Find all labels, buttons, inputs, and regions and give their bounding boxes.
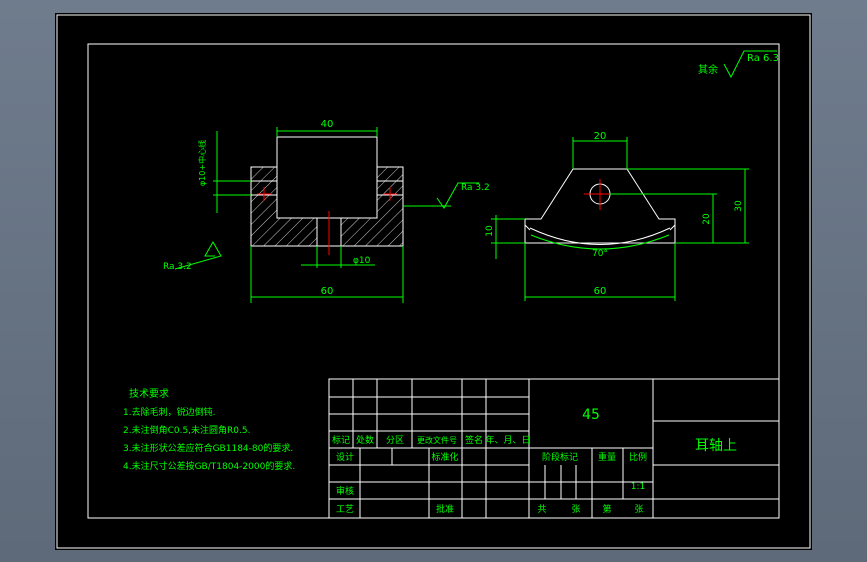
drawing-canvas: 其余 Ra 6.3 40 60 φ10 φ10+中心线 Ra 3.2 Ra 3.… [55, 13, 812, 550]
dim-side-height-total: 30 [734, 200, 744, 212]
rev-header-zone: 分区 [386, 435, 404, 446]
rev-header-count: 处数 [356, 434, 374, 446]
part-name: 耳轴上 [695, 438, 737, 454]
roughness-general-value: Ra 6.3 [747, 53, 779, 64]
dim-side-top-width: 20 [594, 131, 607, 142]
dim-front-side-label: φ10+中心线 [197, 140, 207, 186]
role-design: 设计 [336, 451, 354, 463]
drawing-svg: 其余 Ra 6.3 40 60 φ10 φ10+中心线 Ra 3.2 Ra 3.… [56, 14, 811, 549]
material: 45 [582, 407, 600, 423]
tech-line-3: 3.未注形状公差应符合GB1184-80的要求. [123, 442, 293, 454]
side-view: 20 60 30 20 10 70° [485, 131, 749, 301]
dim-front-top-width: 40 [321, 119, 334, 130]
tech-requirements: 技术要求 1.去除毛刺，锐边倒钝. 2.未注倒角C0.5,未注圆角R0.5. 3… [123, 387, 295, 472]
sheet-no-label: 第 [602, 503, 611, 515]
front-section-left [250, 166, 318, 247]
scale-value: 1:1 [631, 482, 645, 492]
roughness-front-bottom: Ra 3.2 [163, 262, 192, 272]
roughness-prefix: 其余 [698, 63, 718, 76]
tech-title: 技术要求 [129, 387, 169, 400]
dim-front-total-width: 60 [321, 286, 334, 297]
role-review: 审核 [336, 485, 354, 497]
sheets-total-label: 共 [537, 504, 546, 515]
stage-label: 阶段标记 [542, 451, 578, 463]
dim-side-angle: 70° [592, 249, 608, 259]
role-process: 工艺 [336, 504, 354, 515]
sheets-unit: 张 [571, 504, 580, 515]
roughness-front-right: Ra 3.2 [461, 183, 490, 193]
dim-side-total-width: 60 [594, 286, 607, 297]
rev-header-sign: 签名 [465, 434, 483, 446]
front-view: 40 60 φ10 φ10+中心线 Ra 3.2 Ra 3.2 [163, 119, 490, 303]
front-section-right [340, 166, 404, 247]
rev-header-doc: 更改文件号 [417, 435, 457, 445]
tech-line-4: 4.未注尺寸公差按GB/T1804-2000的要求. [123, 460, 295, 472]
dim-side-height-hole: 20 [702, 213, 712, 225]
role-standardize: 标准化 [431, 451, 458, 463]
scale-label: 比例 [629, 451, 647, 463]
rev-header-date: 年、月、日 [485, 434, 530, 446]
dim-side-base-height: 10 [485, 225, 495, 237]
weight-label: 重量 [598, 451, 616, 463]
tech-line-2: 2.未注倒角C0.5,未注圆角R0.5. [123, 424, 250, 436]
rev-header-mark: 标记 [332, 434, 350, 446]
general-roughness: 其余 Ra 6.3 [698, 50, 779, 79]
role-approve: 批准 [436, 503, 454, 515]
dim-front-hole-dia: φ10 [353, 256, 371, 266]
sheet-unit: 张 [634, 504, 643, 515]
tech-line-1: 1.去除毛刺，锐边倒钝. [123, 406, 215, 418]
